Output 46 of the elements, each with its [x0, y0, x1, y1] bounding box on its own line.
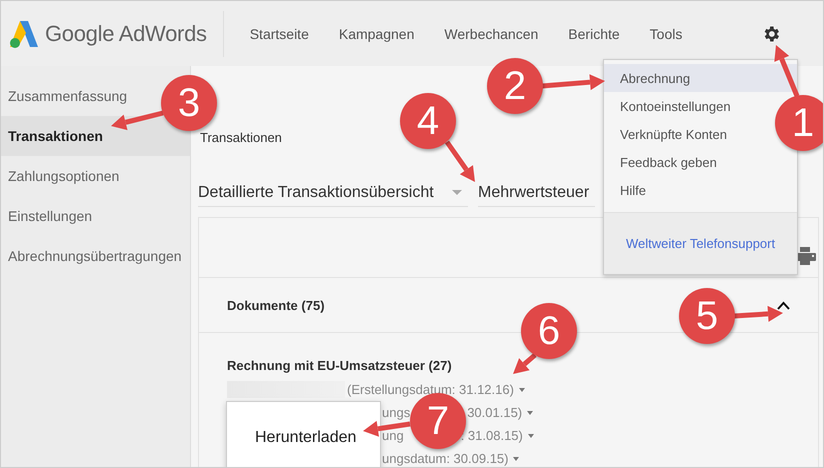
menu-item[interactable]: Hilfe [604, 176, 652, 204]
support-link[interactable]: Weltweiter Telefonsupport [626, 236, 776, 251]
nav-link[interactable]: Werbechancen [444, 26, 538, 42]
step-number: 5 [679, 288, 735, 344]
filter-dropdown[interactable]: Mehrwertsteuer [478, 179, 596, 207]
nav-link[interactable]: Berichte [568, 26, 620, 42]
nav-link[interactable]: Tools [650, 26, 682, 42]
document-link[interactable]: ungsdatum: 30.09.15) [382, 451, 508, 466]
step-number: 6 [521, 303, 577, 359]
product-logo: Google AdWords [45, 20, 207, 46]
section-title: Dokumente (75) [227, 298, 325, 312]
document-link[interactable]: ungs [382, 405, 410, 420]
document-link[interactable]: 30.01.15) [467, 405, 522, 420]
sidebar-item[interactable]: Abrechnungsübertragungen [1, 236, 186, 276]
pointer-arrow [734, 306, 783, 322]
pointer-arrow [542, 74, 605, 90]
group-title: Rechnung mit EU-Umsatzsteuer (27) [227, 358, 452, 373]
caret-icon[interactable] [528, 434, 534, 438]
caret-icon[interactable] [527, 410, 534, 414]
caret-icon[interactable] [513, 456, 520, 460]
pointer-arrow [774, 45, 800, 97]
step-number: 3 [161, 75, 217, 131]
chevron-up-icon[interactable] [777, 300, 790, 310]
caret-icon [452, 190, 462, 195]
filter-dropdown[interactable]: Detaillierte Transaktionsübersicht [198, 179, 468, 207]
nav-link[interactable]: Startseite [250, 26, 309, 42]
logo-icon [9, 18, 39, 48]
pointer-arrow [513, 353, 537, 374]
pointer-arrow [111, 110, 164, 130]
menu-item[interactable]: Feedback geben [604, 148, 723, 176]
nav-link[interactable]: Kampagnen [338, 26, 414, 42]
caret-icon[interactable] [518, 388, 525, 392]
sidebar-item[interactable]: Transaktionen [1, 116, 190, 156]
step-number: 4 [400, 93, 456, 149]
menu-item[interactable]: Herunterladen [255, 429, 356, 447]
step-number: 2 [487, 58, 543, 114]
menu-item[interactable]: Abrechnung [604, 64, 797, 92]
menu-item[interactable]: Verknüpfte Konten [604, 120, 733, 148]
sidebar-item[interactable]: Zahlungsoptionen [1, 156, 124, 196]
pointer-arrow [444, 140, 475, 182]
breadcrumb: Transaktionen [200, 130, 282, 145]
sidebar-item[interactable]: Einstellungen [1, 196, 96, 236]
sidebar-item[interactable]: Zusammenfassung [1, 76, 132, 116]
document-link[interactable]: (Erstellungsdatum: 31.12.16) [347, 382, 514, 397]
document-link[interactable]: ung [382, 428, 404, 443]
menu-item[interactable]: Kontoeinstellungen [604, 92, 737, 120]
